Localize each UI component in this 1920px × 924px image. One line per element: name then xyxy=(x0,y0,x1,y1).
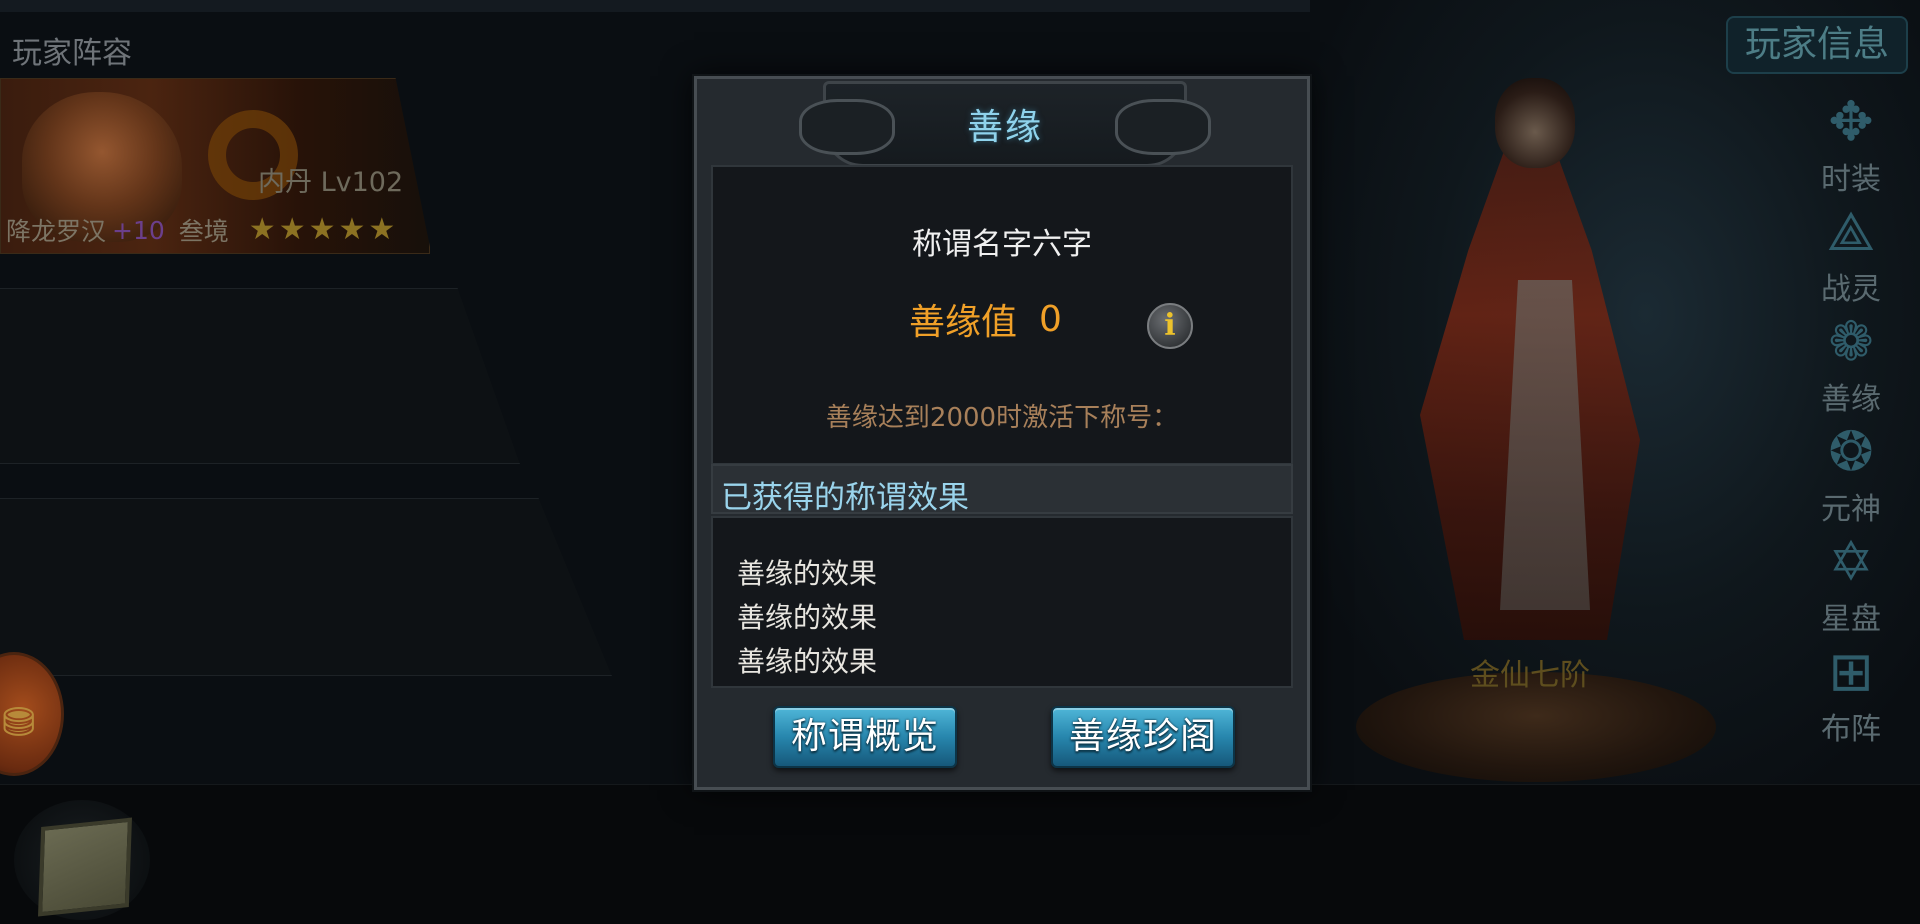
title-info-panel: 称谓名字六字 善缘值 0 i 善缘达到2000时激活下称号： xyxy=(711,165,1293,465)
bottom-bar xyxy=(0,784,1920,924)
side-menu-shanyuan[interactable]: ❁ 善缘 xyxy=(1806,310,1896,420)
hero-plus-level: +10 xyxy=(112,215,165,245)
dialog-header: 善缘 xyxy=(799,81,1211,167)
side-menu-costume[interactable]: ✥ 时装 xyxy=(1806,90,1896,200)
side-menu-spirit[interactable]: ⟁ 战灵 xyxy=(1806,200,1896,310)
title-name: 称谓名字六字 xyxy=(912,227,1092,262)
dialog-title: 善缘 xyxy=(966,107,1043,148)
book-icon xyxy=(37,817,133,917)
star-icon: ★ xyxy=(278,212,306,247)
effects-list: 善缘的效果 善缘的效果 善缘的效果 xyxy=(711,516,1293,688)
spirit-icon: ⟁ xyxy=(1826,200,1876,263)
lineup-title: 玩家阵容 xyxy=(12,36,132,71)
character-head xyxy=(1495,78,1575,168)
star-icon: ★ xyxy=(368,212,396,247)
player-info-button[interactable]: 玩家信息 xyxy=(1726,16,1908,74)
effect-item: 善缘的效果 xyxy=(737,601,878,634)
character-rank: 金仙七阶 xyxy=(1470,658,1590,693)
lineup-slot-empty[interactable] xyxy=(0,498,612,676)
shanyuan-dialog: 善缘 称谓名字六字 善缘值 0 i 善缘达到2000时激活下称号： 已获得的称谓… xyxy=(694,76,1310,790)
header-ornament-right xyxy=(1115,99,1211,155)
info-icon[interactable]: i xyxy=(1147,303,1193,349)
star-icon: ★ xyxy=(338,212,366,247)
effect-item: 善缘的效果 xyxy=(737,557,878,590)
star-icon: ★ xyxy=(248,212,276,247)
activate-hint: 善缘达到2000时激活下称号： xyxy=(825,403,1179,433)
effects-header-label: 已获得的称谓效果 xyxy=(721,480,969,516)
shanyuan-treasure-button[interactable]: 善缘珍阁 xyxy=(1051,706,1235,768)
side-menu-label: 布阵 xyxy=(1821,712,1881,747)
shanyuan-value-row: 善缘值 0 xyxy=(909,293,1062,345)
shanyuan-label: 善缘值 xyxy=(909,302,1018,343)
hero-realm: 叁境 xyxy=(178,217,229,246)
lineup-slot-empty[interactable] xyxy=(0,288,520,464)
side-menu-label: 星盘 xyxy=(1821,602,1881,637)
side-menu-label: 时装 xyxy=(1821,162,1881,197)
costume-icon: ✥ xyxy=(1828,90,1874,153)
effects-header: 已获得的称谓效果 xyxy=(711,464,1293,516)
title-overview-button[interactable]: 称谓概览 xyxy=(773,706,957,768)
side-menu-label: 元神 xyxy=(1821,492,1881,527)
formation-icon: ⊞ xyxy=(1828,640,1874,703)
header-ornament-left xyxy=(799,99,895,155)
star-chart-icon: ✡ xyxy=(1828,530,1874,593)
side-menu-soul[interactable]: ❂ 元神 xyxy=(1806,420,1896,530)
side-menu-star-chart[interactable]: ✡ 星盘 xyxy=(1806,530,1896,640)
shanyuan-value: 0 xyxy=(1039,298,1062,340)
hero-inner-core-level: 内丹 Lv102 xyxy=(258,167,404,198)
chest-icon: ⛃ xyxy=(2,700,36,746)
effect-item: 善缘的效果 xyxy=(737,645,878,678)
side-menu-formation[interactable]: ⊞ 布阵 xyxy=(1806,640,1896,750)
side-menu-label: 善缘 xyxy=(1821,382,1881,417)
star-icon: ★ xyxy=(308,212,336,247)
flower-icon: ❁ xyxy=(1828,310,1874,373)
hero-info-row: 降龙罗汉 +10 叁境 ★ ★ ★ ★ ★ xyxy=(6,212,395,248)
side-menu-label: 战灵 xyxy=(1821,272,1881,307)
hero-name: 降龙罗汉 xyxy=(6,217,107,246)
swirl-icon: ❂ xyxy=(1828,420,1874,483)
hero-stars: ★ ★ ★ ★ ★ xyxy=(249,215,396,245)
